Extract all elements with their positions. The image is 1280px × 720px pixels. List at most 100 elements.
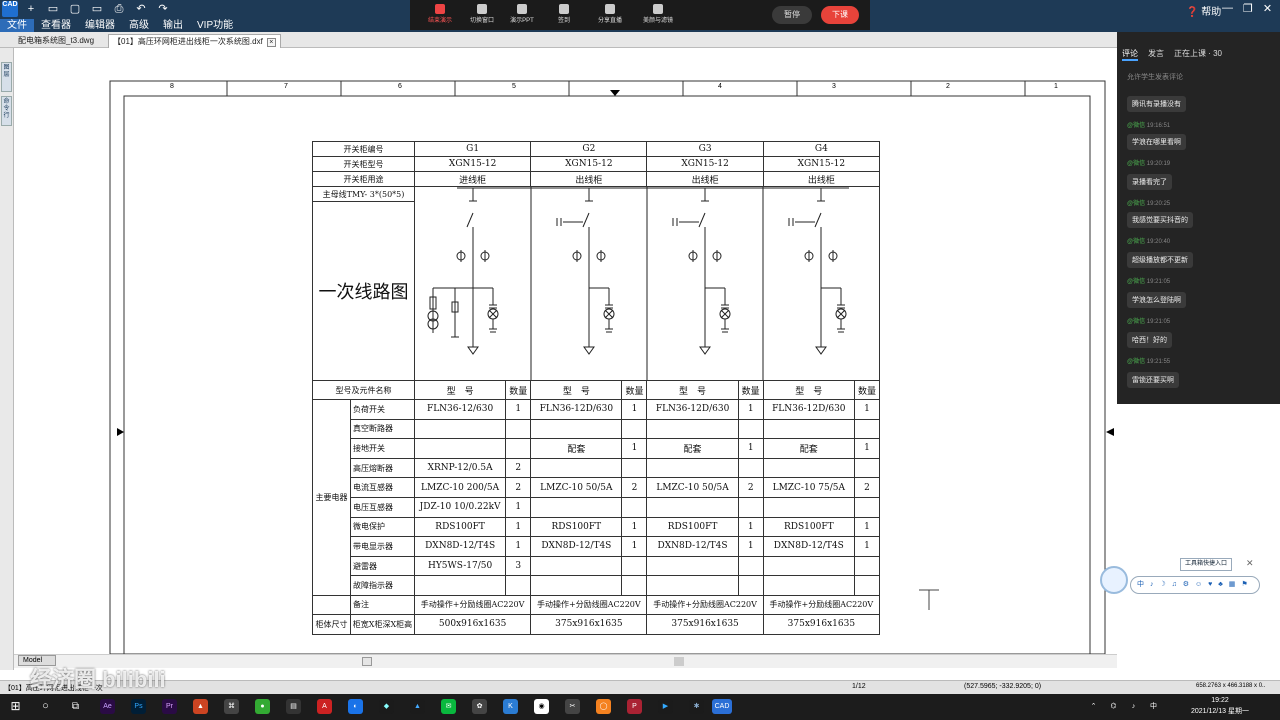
end-class-button[interactable]: 下课 <box>821 6 859 24</box>
app-icon[interactable]: ▶ <box>658 699 673 714</box>
photoshop-icon[interactable]: Ps <box>131 699 146 714</box>
component-name: 带电显示器 <box>350 536 415 557</box>
toolbox-quick-entry: 工具箱快捷入口 ✕ 中 ♪ ☽ ♫ ⚙ ☺ ♥ ♣ ▦ ⚑ <box>1100 558 1260 598</box>
command-line-button[interactable]: 命令行 <box>1 96 12 126</box>
app-icon[interactable]: ◯ <box>596 699 611 714</box>
open-folder-icon[interactable]: ▭ <box>44 2 62 16</box>
comment-bubble: 哈西！好的 <box>1127 332 1172 348</box>
close-icon[interactable]: ✕ <box>1246 558 1254 569</box>
minimize-icon[interactable]: — <box>1222 2 1233 15</box>
app-icon[interactable]: ▲ <box>410 699 425 714</box>
task-view-icon[interactable]: ⧉ <box>68 699 83 714</box>
close-tab-icon[interactable]: × <box>266 38 276 47</box>
new-icon[interactable]: + <box>22 2 40 16</box>
window-controls: — ❐ ✕ <box>1222 2 1272 15</box>
component-model <box>413 438 507 459</box>
browser-icon[interactable]: ◐ <box>348 699 363 714</box>
menu-vip[interactable]: VIP功能 <box>190 19 240 32</box>
component-qty: 2 <box>853 477 881 498</box>
save-icon[interactable]: ▭ <box>88 2 106 16</box>
app-icon[interactable]: ● <box>255 699 270 714</box>
comment-permission[interactable]: 允许学生发表评论 <box>1127 72 1183 82</box>
app-icon[interactable]: ◉ <box>534 699 549 714</box>
tab-comments[interactable]: 评论 <box>1122 48 1138 61</box>
component-qty: 1 <box>737 399 764 420</box>
status-bar: 【01】高压环网柜进出线柜一次 1/12 (527.5965; -332.920… <box>0 680 1280 694</box>
menu-advanced[interactable]: 高级 <box>122 19 156 32</box>
col-qty: 数量 <box>737 380 764 400</box>
windows-start-icon[interactable]: ⊞ <box>8 699 23 714</box>
toolbox-label[interactable]: 工具箱快捷入口 <box>1180 558 1233 571</box>
cabinet-use-g4: 出线柜 <box>762 171 881 187</box>
wechat-icon[interactable]: ✉ <box>441 699 456 714</box>
menu-viewer[interactable]: 查看器 <box>34 19 78 32</box>
tray-icon[interactable]: ⌃ <box>1086 699 1101 714</box>
taskbar-clock[interactable]: 19:22 2021/12/13 星期一 <box>1180 695 1260 717</box>
header-cabinet-no: 开关柜编号 <box>312 141 415 157</box>
component-model: DXN8D-12/T4S <box>762 536 855 557</box>
print-icon[interactable]: ⎙ <box>110 2 128 16</box>
cad-viewer-icon[interactable]: CAD <box>712 699 732 714</box>
app-icon[interactable]: ▤ <box>286 699 301 714</box>
quick-toolbar: + ▭ ▢ ▭ ⎙ ↶ ↷ <box>22 2 172 16</box>
app-icon[interactable]: ✿ <box>472 699 487 714</box>
menu-editor[interactable]: 编辑器 <box>78 19 122 32</box>
component-model <box>646 496 739 518</box>
network-icon[interactable]: ⌬ <box>1106 699 1121 714</box>
app-icon[interactable]: ✱ <box>689 699 704 714</box>
tab-in-class[interactable]: 正在上课 · 30 <box>1174 48 1222 61</box>
file-icon[interactable]: ▢ <box>66 2 84 16</box>
ruler-label: 5 <box>512 83 516 90</box>
premiere-icon[interactable]: Pr <box>162 699 177 714</box>
component-qty <box>737 555 764 577</box>
app-icon[interactable]: ✂ <box>565 699 580 714</box>
assistant-avatar[interactable] <box>1100 566 1128 594</box>
row-size-label: 柜体尺寸 <box>312 613 351 635</box>
redo-icon[interactable]: ↷ <box>154 2 172 16</box>
undo-icon[interactable]: ↶ <box>132 2 150 16</box>
beauty-filter-button[interactable]: 美颜与滤镜 <box>628 2 688 24</box>
app-icon[interactable]: P <box>627 699 642 714</box>
pause-button[interactable]: 暂停 <box>772 6 812 24</box>
component-model <box>413 575 507 596</box>
close-icon[interactable]: ✕ <box>1263 2 1272 15</box>
component-qty: 2 <box>505 477 532 498</box>
autocad-icon[interactable]: A <box>317 699 332 714</box>
scroll-left-icon[interactable] <box>362 657 372 666</box>
app-icon[interactable]: ▲ <box>193 699 208 714</box>
scroll-thumb[interactable] <box>674 657 684 666</box>
component-model: 配套 <box>646 438 739 459</box>
help-button[interactable]: ❓ 帮助 <box>1186 3 1221 18</box>
app-icon[interactable]: K <box>503 699 518 714</box>
col-model: 型 号 <box>762 380 855 400</box>
volume-icon[interactable]: ♪ <box>1126 699 1141 714</box>
comment-bubble: 学浪在哪里看啊 <box>1127 134 1186 150</box>
component-qty <box>737 457 764 479</box>
app-icon[interactable]: ⌘ <box>224 699 239 714</box>
toolbox-icons[interactable]: 中 ♪ ☽ ♫ ⚙ ☺ ♥ ♣ ▦ ⚑ <box>1130 576 1260 594</box>
component-model: RDS100FT <box>762 516 855 538</box>
app-icon[interactable]: ◆ <box>379 699 394 714</box>
tab-speak[interactable]: 发言 <box>1148 48 1164 61</box>
tab-hv-ring-main[interactable]: 【01】高压环网柜进出线柜一次系统图.dxf × <box>108 34 281 48</box>
component-model <box>762 496 855 518</box>
cabinet-type-g1: XGN15-12 <box>413 156 532 172</box>
after-effects-icon[interactable]: Ae <box>100 699 115 714</box>
tab-distribution-box[interactable]: 配电箱系统图_t3.dwg <box>14 34 98 48</box>
ime-icon[interactable]: 中 <box>1146 699 1161 714</box>
horizontal-scrollbar[interactable] <box>14 654 1117 668</box>
layers-button[interactable]: 图层 <box>1 62 12 92</box>
size-g1: 500x916x1635 <box>413 613 532 635</box>
cabinet-no-g3: G3 <box>646 141 764 157</box>
row-size-sub: 柜宽X柜深X柜高 <box>350 613 415 635</box>
maximize-icon[interactable]: ❐ <box>1243 2 1253 15</box>
menu-output[interactable]: 输出 <box>156 19 190 32</box>
component-model: JDZ-10 10/0.22kV <box>413 496 507 518</box>
cabinet-use-g2: 出线柜 <box>530 171 648 187</box>
search-icon[interactable]: ○ <box>38 699 53 714</box>
col-model: 型 号 <box>530 380 623 400</box>
g2-circuit-diagram <box>556 188 615 355</box>
menu-file[interactable]: 文件 <box>0 19 34 32</box>
cabinet-no-g4: G4 <box>762 141 881 157</box>
component-qty <box>853 575 881 596</box>
